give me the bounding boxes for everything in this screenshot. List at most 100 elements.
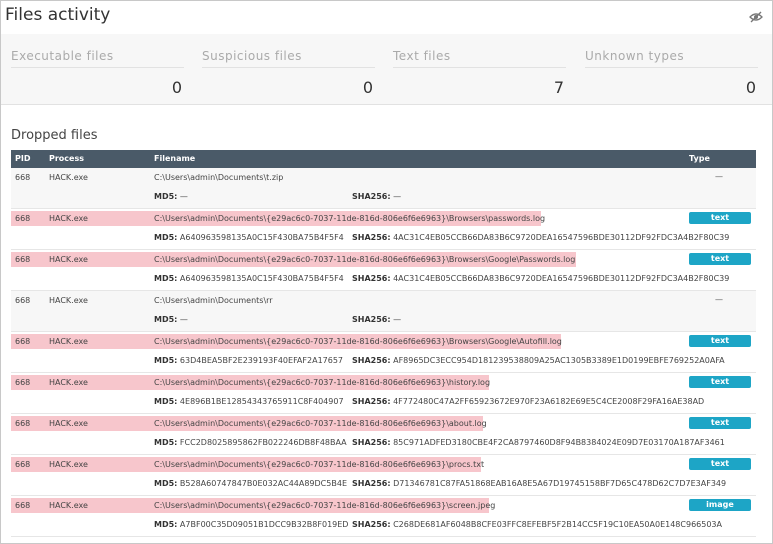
md5-value: A640963598135A0C15F430BA75B4F5F4 [179, 274, 344, 283]
stats-bar: Executable files 0 Suspicious files 0 Te… [1, 34, 772, 105]
dropped-files-table: PID Process Filename Type 668 HACK.exe C:\… [11, 150, 756, 537]
sha256-label: SHA256: [352, 192, 391, 201]
stat-executable-files: Executable files 0 [11, 34, 184, 104]
cell-filename[interactable]: C:\Users\admin\Documents\{e29ac6c0-7037-… [154, 460, 484, 469]
stat-value: 0 [362, 78, 373, 97]
sha256-hash: SHA256: 85C971ADFED3180CBE4F2CA8797460D8… [352, 438, 725, 447]
sha256-value: 4AC31C4EB05CCB66DA83B6C9720DEA16547596BD… [393, 274, 730, 283]
type-badge: text [689, 253, 751, 265]
cell-process: HACK.exe [49, 337, 88, 346]
cell-filename[interactable]: C:\Users\admin\Documents\{e29ac6c0-7037-… [154, 501, 495, 510]
table-row[interactable]: 668 HACK.exe C:\Users\admin\Documents\{e29… [11, 332, 756, 373]
cell-filename[interactable]: C:\Users\admin\Documents\{e29ac6c0-7037-… [154, 419, 487, 428]
md5-value: 63D4BEA5BF2E239193F40EFAF2A17657 [179, 356, 344, 365]
table-row[interactable]: 668 HACK.exe C:\Users\admin\Documents\{e29… [11, 209, 756, 250]
sha256-value: D71346781C87FA51868EAB16A8E5A67D19745158… [393, 479, 727, 488]
cell-process: HACK.exe [49, 296, 88, 305]
cell-filename[interactable]: C:\Users\admin\Documents\t.zip [154, 173, 283, 182]
sha256-hash: SHA256: 4AC31C4EB05CCB66DA83B6C9720DEA16… [352, 233, 729, 242]
table-body: 668 HACK.exe C:\Users\admin\Documents\t.zi… [11, 168, 756, 537]
cell-process: HACK.exe [49, 460, 88, 469]
cell-filename[interactable]: C:\Users\admin\Documents\{e29ac6c0-7037-… [154, 378, 490, 387]
type-badge: text [689, 376, 751, 388]
md5-hash: MD5: FCC2D8025895862FB022246DB8F48BAA [154, 438, 347, 447]
eye-slash-icon[interactable] [749, 11, 763, 23]
table-row[interactable]: 668 HACK.exe C:\Users\admin\Documents\rr — M… [11, 291, 756, 332]
sha256-value: — [393, 192, 402, 201]
sha256-value: C268DE681AF6048B8CFE03FFC8EFEBF5F2B14CC5… [393, 520, 722, 529]
cell-filename[interactable]: C:\Users\admin\Documents\{e29ac6c0-7037-… [154, 337, 562, 346]
sha256-value: AF8965DC3ECC954D181239538809A25AC1305B33… [393, 356, 725, 365]
table-row[interactable]: 668 HACK.exe C:\Users\admin\Documents\{e29… [11, 250, 756, 291]
cell-type-empty: — [715, 295, 723, 304]
cell-process: HACK.exe [49, 378, 88, 387]
md5-label: MD5: [154, 233, 178, 242]
sha256-value: 4AC31C4EB05CCB66DA83B6C9720DEA16547596BD… [393, 233, 730, 242]
files-activity-panel: Files activity Executable files 0 Suspic… [0, 0, 773, 544]
sha256-value: 4F772480C47A2FF65923672E970F23A6182E69E5… [393, 397, 705, 406]
sha256-hash: SHA256: AF8965DC3ECC954D181239538809A25A… [352, 356, 725, 365]
type-badge: text [689, 212, 751, 224]
cell-pid: 668 [15, 255, 31, 264]
md5-hash: MD5: — [154, 192, 188, 201]
md5-value: A640963598135A0C15F430BA75B4F5F4 [179, 233, 344, 242]
stat-value: 7 [553, 78, 564, 97]
cell-filename[interactable]: C:\Users\admin\Documents\{e29ac6c0-7037-… [154, 255, 575, 264]
md5-hash: MD5: 63D4BEA5BF2E239193F40EFAF2A17657 [154, 356, 343, 365]
md5-label: MD5: [154, 438, 178, 447]
sha256-hash: SHA256: — [352, 192, 401, 201]
sha256-label: SHA256: [352, 315, 391, 324]
type-badge: text [689, 458, 751, 470]
md5-value: A7BF00C35D09051B1DCC9B32B8F019ED [179, 520, 349, 529]
cell-process: HACK.exe [49, 255, 88, 264]
cell-pid: 668 [15, 173, 31, 182]
md5-value: FCC2D8025895862FB022246DB8F48BAA [179, 438, 347, 447]
stat-unknown-types: Unknown types 0 [585, 34, 758, 104]
column-header-type: Type [689, 154, 710, 163]
sha256-label: SHA256: [352, 274, 391, 283]
md5-hash: MD5: A640963598135A0C15F430BA75B4F5F4 [154, 233, 344, 242]
stat-value: 0 [745, 78, 756, 97]
md5-label: MD5: [154, 274, 178, 283]
cell-type-empty: — [715, 172, 723, 181]
md5-hash: MD5: A640963598135A0C15F430BA75B4F5F4 [154, 274, 344, 283]
cell-filename[interactable]: C:\Users\admin\Documents\rr [154, 296, 273, 305]
md5-value: 4E896B1BE12854343765911C8F404907 [179, 397, 344, 406]
cell-pid: 668 [15, 378, 31, 387]
cell-pid: 668 [15, 337, 31, 346]
table-row[interactable]: 668 HACK.exe C:\Users\admin\Documents\{e29… [11, 414, 756, 455]
cell-filename[interactable]: C:\Users\admin\Documents\{e29ac6c0-7037-… [154, 214, 545, 223]
cell-pid: 668 [15, 501, 31, 510]
stat-label: Suspicious files [202, 49, 375, 68]
md5-label: MD5: [154, 192, 178, 201]
cell-pid: 668 [15, 296, 31, 305]
column-header-process: Process [49, 154, 84, 163]
table-row[interactable]: 668 HACK.exe C:\Users\admin\Documents\{e29… [11, 373, 756, 414]
md5-value: — [179, 192, 188, 201]
sha256-label: SHA256: [352, 233, 391, 242]
sha256-label: SHA256: [352, 479, 391, 488]
section-title: Dropped files [11, 128, 98, 143]
md5-hash: MD5: B528A60747847B0E032AC44A89DC5B4E [154, 479, 347, 488]
cell-process: HACK.exe [49, 214, 88, 223]
md5-label: MD5: [154, 520, 178, 529]
sha256-hash: SHA256: C268DE681AF6048B8CFE03FFC8EFEBF5… [352, 520, 722, 529]
table-row[interactable]: 668 HACK.exe C:\Users\admin\Documents\t.zi… [11, 168, 756, 209]
sha256-label: SHA256: [352, 520, 391, 529]
sha256-hash: SHA256: 4AC31C4EB05CCB66DA83B6C9720DEA16… [352, 274, 729, 283]
cell-pid: 668 [15, 419, 31, 428]
cell-pid: 668 [15, 214, 31, 223]
sha256-hash: SHA256: D71346781C87FA51868EAB16A8E5A67D… [352, 479, 726, 488]
cell-process: HACK.exe [49, 419, 88, 428]
md5-value: B528A60747847B0E032AC44A89DC5B4E [179, 479, 347, 488]
md5-label: MD5: [154, 315, 178, 324]
stat-suspicious-files: Suspicious files 0 [202, 34, 375, 104]
md5-label: MD5: [154, 479, 178, 488]
md5-hash: MD5: — [154, 315, 188, 324]
table-row[interactable]: 668 HACK.exe C:\Users\admin\Documents\{e29… [11, 455, 756, 496]
type-badge: text [689, 335, 751, 347]
sha256-hash: SHA256: — [352, 315, 401, 324]
stat-label: Text files [393, 49, 566, 68]
md5-value: — [179, 315, 188, 324]
table-row[interactable]: 668 HACK.exe C:\Users\admin\Documents\{e29… [11, 496, 756, 537]
